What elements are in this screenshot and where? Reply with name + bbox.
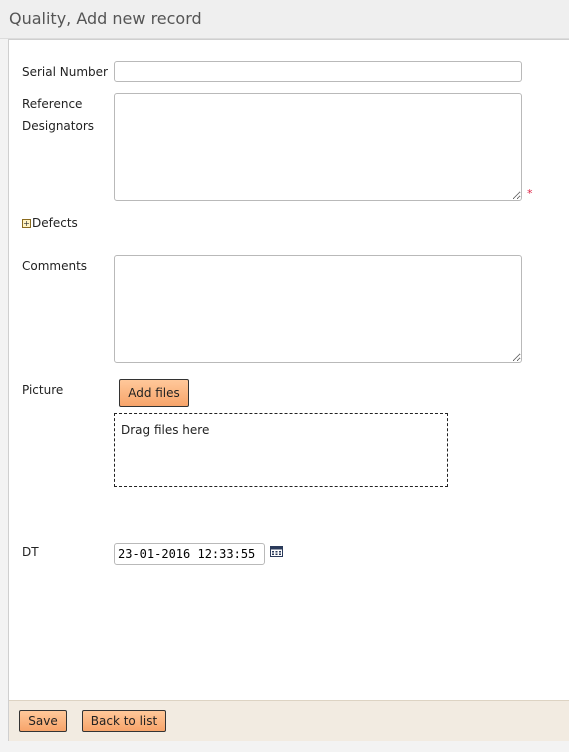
back-to-list-button[interactable]: Back to list (82, 710, 166, 732)
calendar-icon[interactable] (270, 545, 283, 557)
page-title: Quality, Add new record (9, 9, 202, 28)
serial-number-label: Serial Number (22, 65, 108, 79)
dt-label: DT (22, 545, 39, 559)
expand-plus-icon: + (22, 218, 31, 228)
reference-designators-textarea[interactable] (114, 93, 522, 201)
reference-designators-label: Reference Designators (22, 97, 95, 133)
save-button[interactable]: Save (19, 710, 67, 732)
form-panel: Serial Number Reference Designators * + … (8, 39, 569, 741)
required-marker: * (527, 187, 533, 200)
defects-label: Defects (32, 216, 78, 230)
defects-toggle[interactable]: + Defects (22, 216, 78, 230)
form-footer: Save Back to list (9, 700, 569, 741)
picture-label: Picture (22, 383, 64, 397)
serial-number-input[interactable] (114, 61, 522, 82)
dropzone-text: Drag files here (121, 423, 210, 437)
comments-textarea[interactable] (114, 255, 522, 363)
file-dropzone[interactable]: Drag files here (114, 413, 448, 487)
add-files-button[interactable]: Add files (119, 379, 189, 407)
title-bar: Quality, Add new record (0, 0, 569, 39)
comments-label: Comments (22, 259, 88, 273)
dt-input[interactable] (114, 543, 265, 565)
